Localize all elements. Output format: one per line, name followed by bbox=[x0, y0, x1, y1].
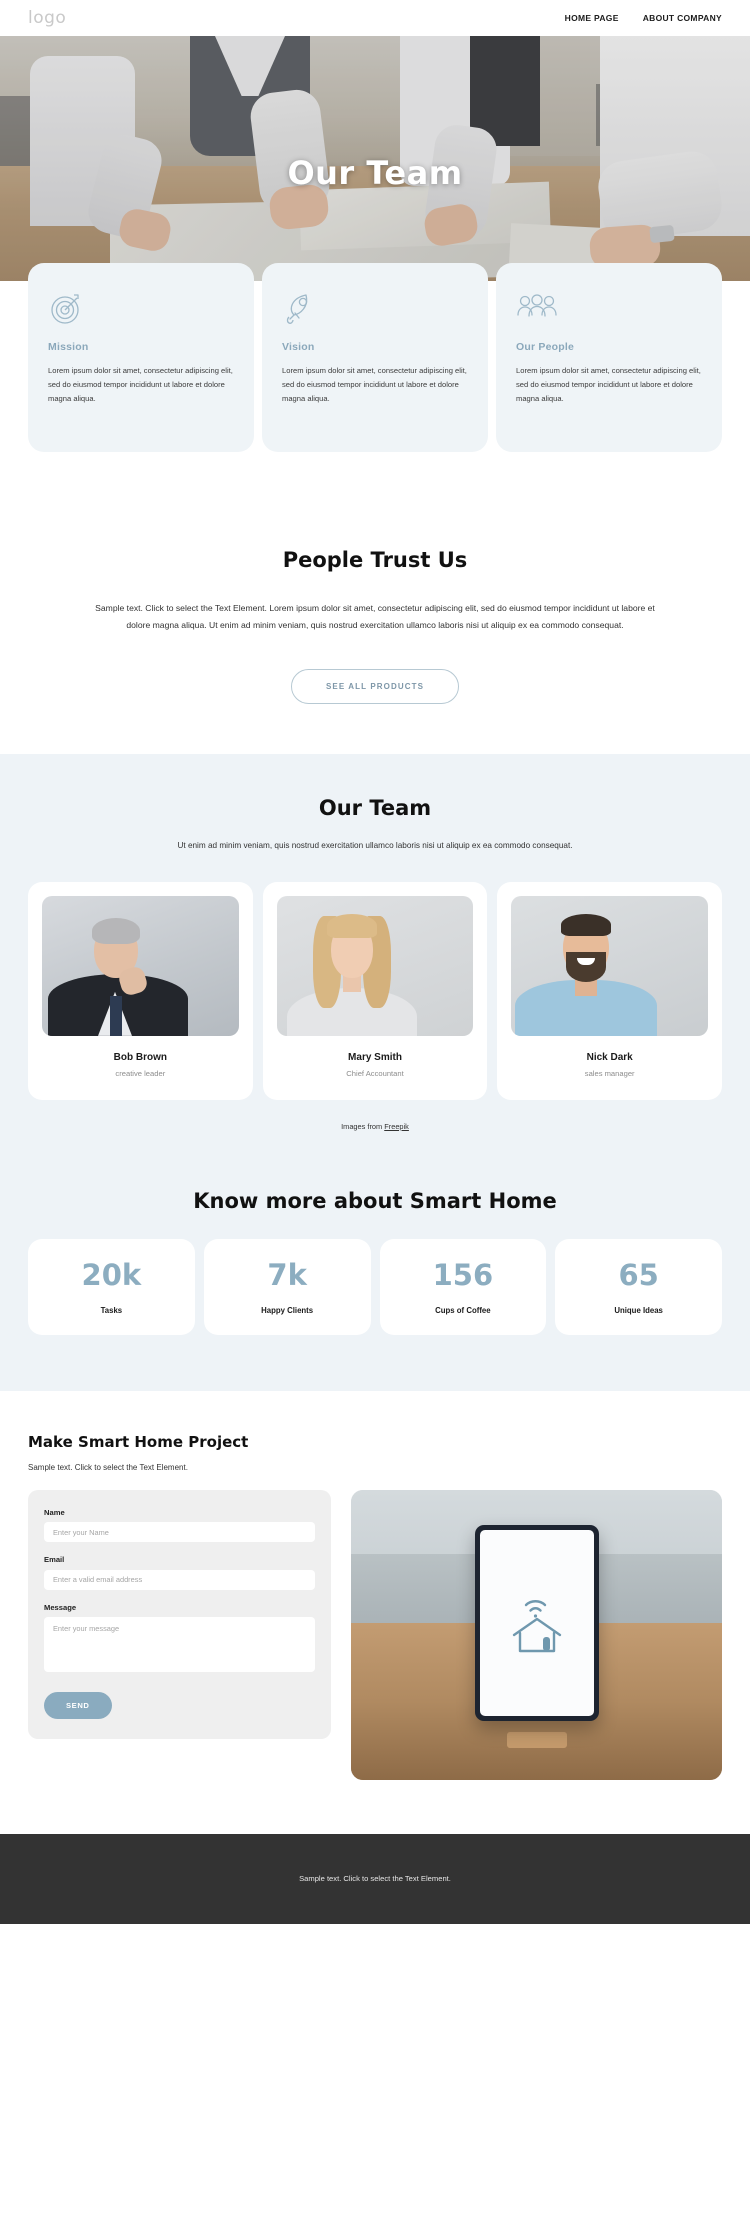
stat-card-tasks: 20k Tasks bbox=[28, 1238, 195, 1335]
team-member-role: sales manager bbox=[584, 1068, 635, 1078]
team-member-card[interactable]: Nick Dark sales manager bbox=[497, 881, 723, 1100]
team-member-photo bbox=[276, 895, 474, 1036]
message-label: Message bbox=[44, 1602, 77, 1612]
footer-text: Sample text. Click to select the Text El… bbox=[299, 1874, 451, 1884]
smart-home-tablet-photo bbox=[351, 1489, 722, 1780]
email-input[interactable] bbox=[44, 1569, 315, 1590]
stat-label: Happy Clients bbox=[261, 1305, 314, 1315]
feature-title: Mission bbox=[48, 341, 89, 353]
hero-banner: Our Team bbox=[0, 36, 750, 281]
team-member-card[interactable]: Mary Smith Chief Accountant bbox=[262, 881, 488, 1100]
team-grid: Bob Brown creative leader Mary Smith Chi… bbox=[0, 881, 750, 1100]
team-heading: Our Team bbox=[318, 795, 432, 820]
stat-card-cups-of-coffee: 156 Cups of Coffee bbox=[379, 1238, 547, 1335]
team-subtitle: Ut enim ad minim veniam, quis nostrud ex… bbox=[177, 840, 573, 850]
team-section: Our Team Ut enim ad minim veniam, quis n… bbox=[0, 753, 750, 1167]
stat-value: 20k bbox=[81, 1257, 142, 1292]
team-member-role: Chief Accountant bbox=[346, 1068, 404, 1078]
feature-text: Lorem ipsum dolor sit amet, consectetur … bbox=[282, 366, 467, 404]
contact-lead: Sample text. Click to select the Text El… bbox=[28, 1462, 188, 1472]
team-member-photo bbox=[42, 895, 239, 1036]
team-member-name: Nick Dark bbox=[586, 1051, 633, 1063]
freepik-link[interactable]: Freepik bbox=[384, 1122, 409, 1131]
feature-title: Our People bbox=[516, 341, 575, 353]
people-group-icon bbox=[516, 289, 702, 327]
feature-text: Lorem ipsum dolor sit amet, consectetur … bbox=[516, 366, 701, 404]
message-textarea[interactable] bbox=[44, 1616, 315, 1672]
team-member-card[interactable]: Bob Brown creative leader bbox=[28, 881, 253, 1100]
trust-heading: People Trust Us bbox=[282, 548, 468, 573]
trust-section: People Trust Us Sample text. Click to se… bbox=[0, 510, 750, 754]
feature-cards: Mission Lorem ipsum dolor sit amet, cons… bbox=[0, 263, 750, 510]
hero-title: Our Team bbox=[287, 154, 463, 192]
stat-value: 156 bbox=[432, 1257, 494, 1292]
stat-value: 65 bbox=[618, 1257, 659, 1292]
see-all-products-button[interactable]: SEE ALL PRODUCTS bbox=[290, 668, 460, 704]
stat-card-happy-clients: 7k Happy Clients bbox=[203, 1238, 371, 1335]
image-credit: Images from Freepik bbox=[0, 1122, 750, 1131]
feature-card-our-people[interactable]: Our People Lorem ipsum dolor sit amet, c… bbox=[496, 263, 722, 453]
stat-label: Cups of Coffee bbox=[435, 1305, 491, 1315]
page-root: logo HOME PAGE ABOUT COMPANY Our Team Mi… bbox=[0, 0, 750, 1924]
feature-card-vision[interactable]: Vision Lorem ipsum dolor sit amet, conse… bbox=[262, 263, 488, 453]
trust-paragraph: Sample text. Click to select the Text El… bbox=[95, 603, 655, 631]
send-button[interactable]: SEND bbox=[44, 1691, 112, 1719]
contact-section: Make Smart Home Project Sample text. Cli… bbox=[0, 1390, 750, 1834]
contact-photo-column bbox=[351, 1489, 722, 1780]
stats-heading: Know more about Smart Home bbox=[193, 1188, 557, 1213]
feature-card-mission[interactable]: Mission Lorem ipsum dolor sit amet, cons… bbox=[28, 263, 254, 453]
stat-card-unique-ideas: 65 Unique Ideas bbox=[555, 1238, 722, 1335]
contact-row: Name Email Message SEND bbox=[28, 1489, 722, 1780]
stat-value: 7k bbox=[267, 1257, 307, 1292]
team-member-name: Bob Brown bbox=[113, 1051, 167, 1063]
rocket-icon bbox=[282, 289, 468, 327]
team-member-photo bbox=[511, 895, 709, 1036]
stat-label: Tasks bbox=[100, 1305, 123, 1315]
contact-form-column: Name Email Message SEND bbox=[28, 1489, 331, 1739]
stat-label: Unique Ideas bbox=[614, 1305, 663, 1315]
image-credit-prefix: Images from bbox=[341, 1121, 385, 1131]
team-member-role: creative leader bbox=[115, 1068, 166, 1078]
name-label: Name bbox=[44, 1507, 65, 1517]
email-label: Email bbox=[44, 1555, 65, 1565]
stats-section: Know more about Smart Home 20k Tasks 7k … bbox=[0, 1166, 750, 1391]
smart-home-wifi-icon bbox=[512, 1599, 561, 1652]
team-member-name: Mary Smith bbox=[348, 1051, 402, 1063]
feature-text: Lorem ipsum dolor sit amet, consectetur … bbox=[48, 366, 233, 404]
nav-item-home-page[interactable]: HOME PAGE bbox=[565, 13, 619, 23]
stats-grid: 20k Tasks 7k Happy Clients 156 Cups of C… bbox=[0, 1238, 750, 1335]
site-logo[interactable]: logo bbox=[28, 8, 66, 28]
contact-heading: Make Smart Home Project bbox=[28, 1432, 249, 1451]
target-icon bbox=[48, 289, 234, 327]
contact-form: Name Email Message SEND bbox=[28, 1489, 331, 1739]
name-input[interactable] bbox=[44, 1522, 315, 1543]
site-footer: Sample text. Click to select the Text El… bbox=[0, 1833, 750, 1924]
site-header: logo HOME PAGE ABOUT COMPANY bbox=[0, 0, 750, 36]
primary-nav: HOME PAGE ABOUT COMPANY bbox=[565, 13, 722, 23]
feature-title: Vision bbox=[282, 341, 315, 353]
nav-item-about-company[interactable]: ABOUT COMPANY bbox=[643, 13, 722, 23]
